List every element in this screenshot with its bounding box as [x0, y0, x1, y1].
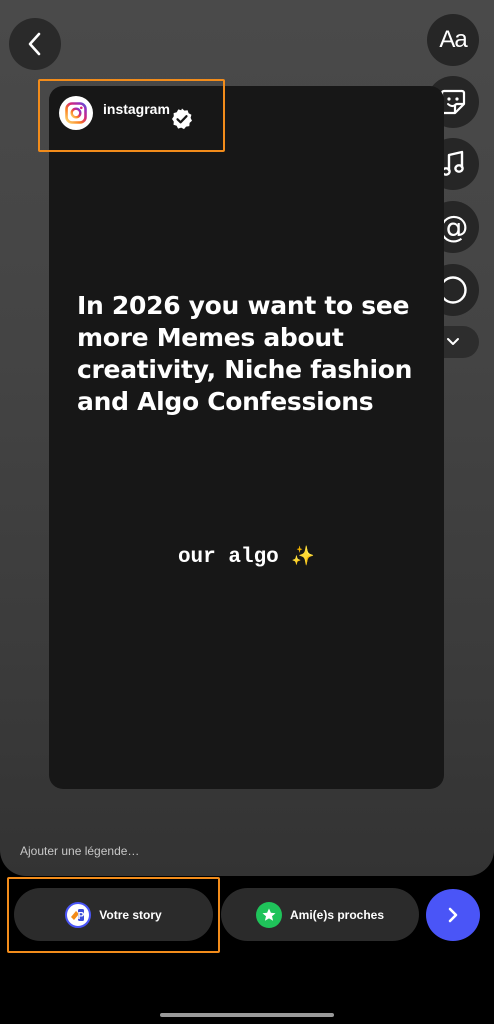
star-icon: [262, 908, 276, 921]
chevron-right-icon: [448, 907, 458, 923]
home-indicator[interactable]: [160, 1013, 334, 1017]
send-button[interactable]: [426, 889, 480, 941]
subline-text: our algo: [177, 546, 292, 569]
close-friends-star-icon: [255, 901, 282, 928]
chevron-down-icon: [447, 338, 459, 345]
story-editor-screen: Aa @ instagram In 2026 you want to see m…: [0, 0, 494, 876]
highlight-box-your-story: [7, 877, 220, 953]
highlight-box-account: [38, 79, 225, 152]
close-friends-label: Ami(e)s proches: [289, 907, 385, 922]
text-tool-button[interactable]: Aa: [427, 14, 479, 66]
story-subline-text[interactable]: our algo ✨: [49, 544, 444, 569]
text-icon: Aa: [439, 26, 467, 53]
close-friends-button[interactable]: Ami(e)s proches: [221, 888, 419, 941]
chevron-left-icon: [28, 32, 41, 56]
sparkles-icon: ✨: [291, 545, 316, 567]
back-button[interactable]: [9, 18, 61, 70]
story-preview-card[interactable]: instagram In 2026 you want to see more M…: [49, 86, 444, 789]
story-headline-text[interactable]: In 2026 you want to see more Memes about…: [77, 290, 429, 418]
caption-input[interactable]: Ajouter une légende…: [20, 844, 139, 858]
